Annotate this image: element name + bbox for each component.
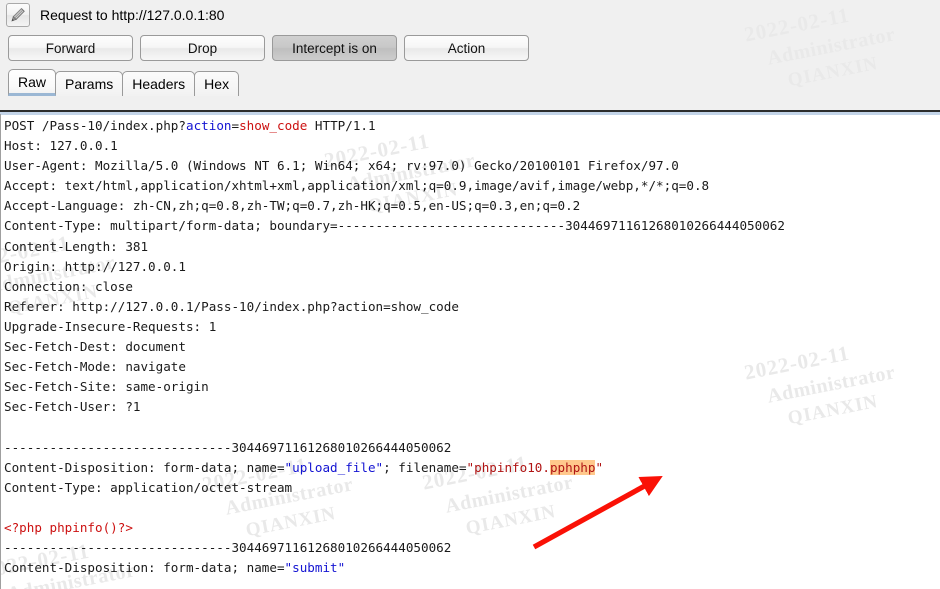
header-sec-fetch-site: Sec-Fetch-Site: same-origin: [4, 379, 209, 395]
request-line-value: show_code: [239, 118, 308, 133]
window-title: Request to http://127.0.0.1:80: [40, 7, 225, 23]
body-field-name-submit: "submit": [284, 560, 346, 576]
body-boundary-first: ------------------------------3044697116…: [4, 439, 452, 455]
body-filename-label: ; filename=: [383, 459, 467, 475]
body-content-disposition-submit: Content-Disposition: form-data; name=: [4, 560, 285, 576]
body-content-disposition-upload: Content-Disposition: form-data; name=: [4, 459, 285, 475]
header-content-type: Content-Type: multipart/form-data; bound…: [4, 218, 785, 234]
body-boundary-second: ------------------------------3044697116…: [4, 539, 452, 555]
header-accept: Accept: text/html,application/xhtml+xml,…: [4, 178, 710, 194]
intercept-toolbar: Forward Drop Intercept is on Action: [0, 30, 940, 66]
filename-extension-highlight: pphphp: [549, 459, 596, 475]
editor-left-border: [0, 114, 1, 589]
pencil-icon: [11, 7, 25, 22]
tab-hex[interactable]: Hex: [194, 71, 240, 96]
message-tabs: Raw Params Headers Hex: [0, 66, 940, 96]
request-line-proto: HTTP/1.1: [307, 118, 376, 133]
header-connection: Connection: close: [4, 278, 133, 294]
pencil-icon-button[interactable]: [6, 3, 30, 27]
filename-base: phpinfo10.: [474, 459, 550, 475]
header-sec-fetch-user: Sec-Fetch-User: ?1: [4, 399, 141, 415]
php-payload: <?php phpinfo()?>: [4, 519, 133, 535]
request-line-method: POST /Pass-10/index.php?: [4, 118, 186, 133]
header-host: Host: 127.0.0.1: [4, 138, 118, 154]
raw-request-panel[interactable]: POST /Pass-10/index.php?action=show_code…: [0, 110, 940, 589]
tab-headers[interactable]: Headers: [122, 71, 196, 96]
request-line-eq: =: [231, 118, 240, 133]
filename-quote-close: ": [595, 459, 604, 475]
forward-button[interactable]: Forward: [8, 35, 133, 61]
header-sec-fetch-dest: Sec-Fetch-Dest: document: [4, 339, 186, 355]
header-sec-fetch-mode: Sec-Fetch-Mode: navigate: [4, 359, 186, 375]
tab-raw[interactable]: Raw: [8, 69, 57, 96]
action-button[interactable]: Action: [404, 35, 529, 61]
header-user-agent: User-Agent: Mozilla/5.0 (Windows NT 6.1;…: [4, 158, 679, 174]
intercept-toggle-button[interactable]: Intercept is on: [272, 35, 397, 61]
raw-request-text[interactable]: POST /Pass-10/index.php?action=show_code…: [0, 112, 940, 578]
filename-quote-open: ": [466, 459, 475, 475]
header-upgrade-insecure-requests: Upgrade-Insecure-Requests: 1: [4, 318, 217, 334]
burp-intercept-window: 2022-02-11 Administrator QIANXIN 2022-02…: [0, 0, 940, 589]
drop-button[interactable]: Drop: [140, 35, 265, 61]
header-origin: Origin: http://127.0.0.1: [4, 258, 186, 274]
tab-params[interactable]: Params: [55, 71, 124, 96]
header-content-length: Content-Length: 381: [4, 238, 149, 254]
body-content-type-octet: Content-Type: application/octet-stream: [4, 479, 293, 495]
header-referer: Referer: http://127.0.0.1/Pass-10/index.…: [4, 298, 459, 314]
header-accept-language: Accept-Language: zh-CN,zh;q=0.8,zh-TW;q=…: [4, 198, 581, 214]
request-line-param: action: [185, 118, 232, 133]
body-field-name-upload: "upload_file": [284, 459, 384, 475]
title-bar: Request to http://127.0.0.1:80: [0, 0, 940, 30]
